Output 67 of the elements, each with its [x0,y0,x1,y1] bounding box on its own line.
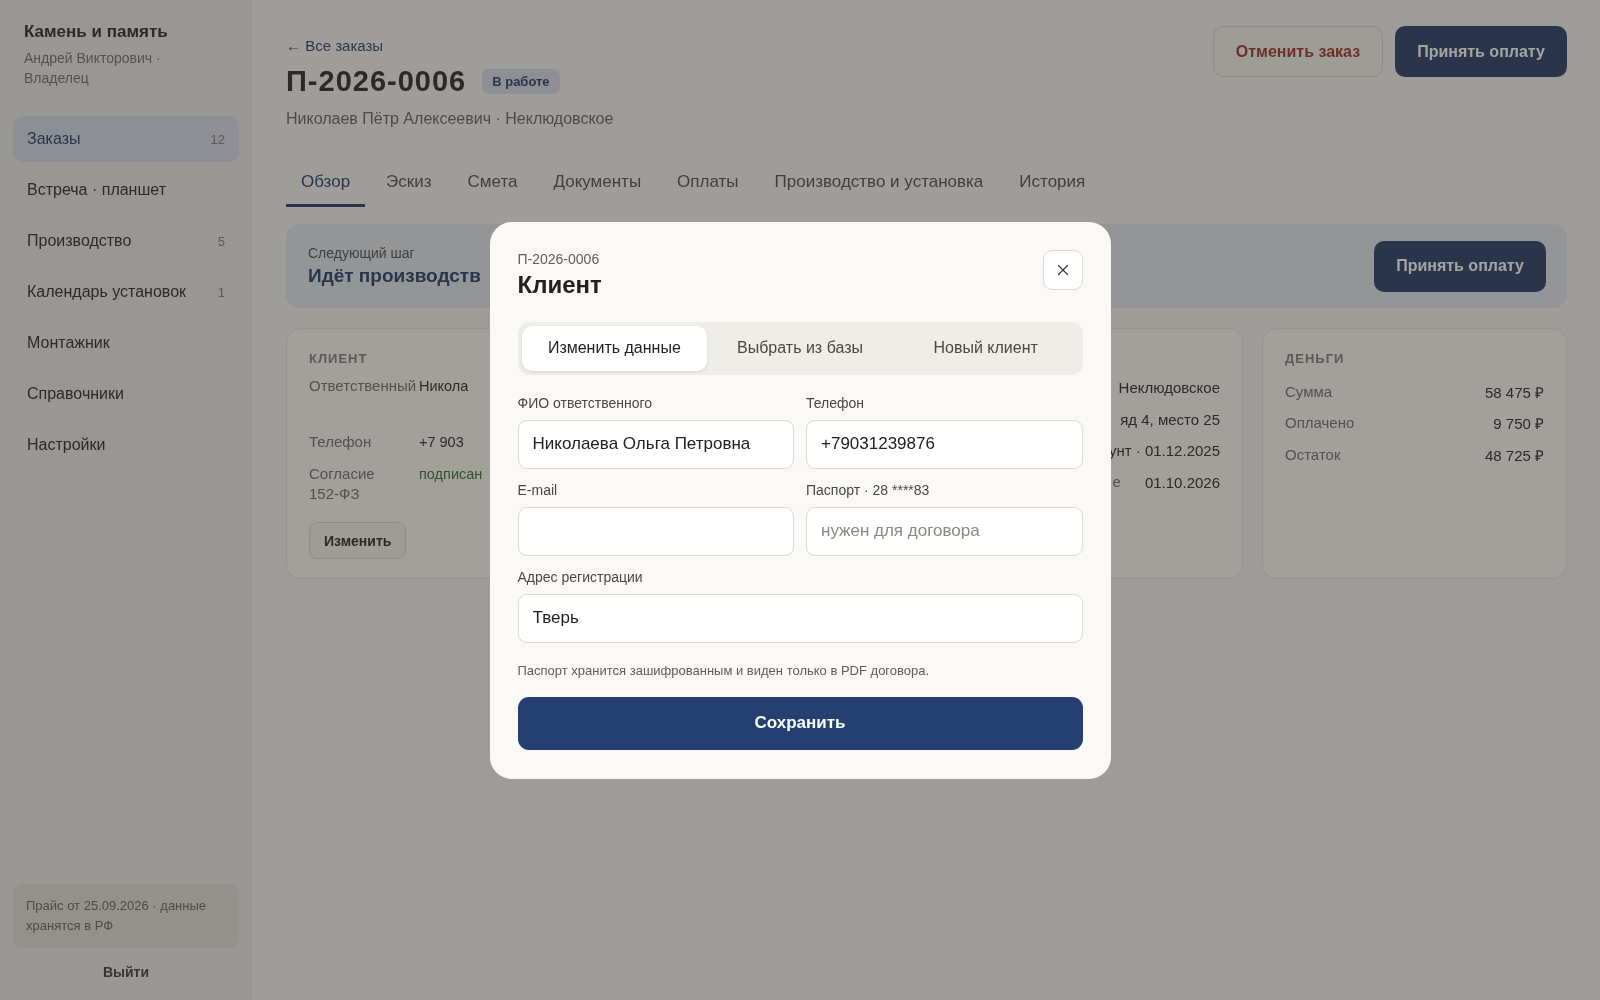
edit-button[interactable]: Изменить [309,522,407,559]
money-value: 58 475 ₽ [1484,382,1544,402]
field-label: Согласие 152-ФЗ [309,464,376,504]
field-label: ФИО ответственного [517,394,654,411]
close-button[interactable] [1042,249,1083,290]
money-label: Оплачено [1285,413,1356,434]
money-value: 9 750 ₽ [1493,414,1544,434]
input-field[interactable]: Тверь [517,593,1083,643]
nav-count: 1 [217,284,225,300]
nav-item[interactable]: Встреча · планшет [13,167,239,213]
card-heading: ДЕНЬГИ [1285,351,1345,366]
nav-item[interactable]: Заказы 12 [13,116,239,162]
card-heading: КЛИЕНТ [309,351,368,366]
next-step-label: Следующий шаг [308,245,416,261]
payment-button[interactable]: Принять оплату [1395,26,1567,77]
cancel-button[interactable]: Отменить заказ [1212,26,1384,77]
input-field[interactable]: нужен для договора [806,506,1083,556]
field-label: Паспорт · 28 ****83 [806,481,931,498]
money-value: 48 725 ₽ [1484,445,1544,465]
nav-item[interactable]: Справочники [13,371,239,417]
logout-link[interactable]: Выйти [13,964,239,980]
tab[interactable]: Оплаты [662,172,754,207]
field-value: +7 903 [419,433,464,452]
brand-name: Камень и память [23,22,169,42]
segment-option[interactable]: Новый клиент [892,325,1079,371]
nav-item[interactable]: Календарь установок 1 [13,269,239,315]
back-link[interactable]: ← Все заказы [286,37,384,54]
client-line: Николаев Пётр Алексеевич · Неклюдовское [286,110,614,128]
input-field[interactable]: +79031239876 [806,419,1083,469]
tab[interactable]: Производство и установка [759,172,999,207]
nav-item[interactable]: Монтажник [13,320,239,366]
dialog-title: Клиент [517,270,602,299]
money-label: Остаток [1285,444,1342,465]
tab[interactable]: Обзор [286,172,366,207]
field-value: подписан [419,465,483,484]
privacy-note: Паспорт хранится зашифрованным и виден только в PDF договора. [517,662,931,678]
save-button[interactable]: Сохранить [517,696,1083,750]
field-label: E-mail [517,481,559,498]
field-value: яд 4, место 25 [1120,410,1220,428]
field-value: Неклюдовское [1118,379,1220,397]
nav-item[interactable]: Настройки [13,422,239,468]
money-label: Сумма [1285,381,1334,402]
payment-button[interactable]: Принять оплату [1374,240,1546,292]
price-note: Прайс от 25.09.2026 · данные хранятся в РФ [13,884,239,948]
field-label: Адрес регистрации [517,568,644,585]
input-field[interactable]: Николаева Ольга Петровна [517,419,794,469]
nav-count: 5 [217,233,225,249]
tab[interactable]: Смета [452,172,533,207]
field-label: е [1112,472,1121,493]
segment-option[interactable]: Выбрать из базы [707,325,893,371]
field-label: Ответственный [309,376,418,396]
input-field[interactable] [517,506,794,556]
tab[interactable]: Эскиз [371,172,447,207]
nav-count: 12 [210,131,225,147]
user-name: Андрей Викторович · Владелец [23,49,162,88]
field-value: 01.10.2026 [1144,473,1220,491]
field-value: Никола [419,377,469,396]
field-label: Телефон [806,394,866,411]
dialog-order-id: П-2026-0006 [517,250,601,267]
nav-item[interactable]: Производство 5 [13,218,239,264]
next-step-title: Идёт производств [308,265,481,287]
field-label: Телефон [309,432,373,452]
status-badge: В работе [482,69,560,94]
tab[interactable]: Документы [538,172,657,207]
tab[interactable]: История [1004,172,1101,207]
order-title: П-2026-0006 [286,65,467,98]
segment-option[interactable]: Изменить данные [521,325,708,371]
